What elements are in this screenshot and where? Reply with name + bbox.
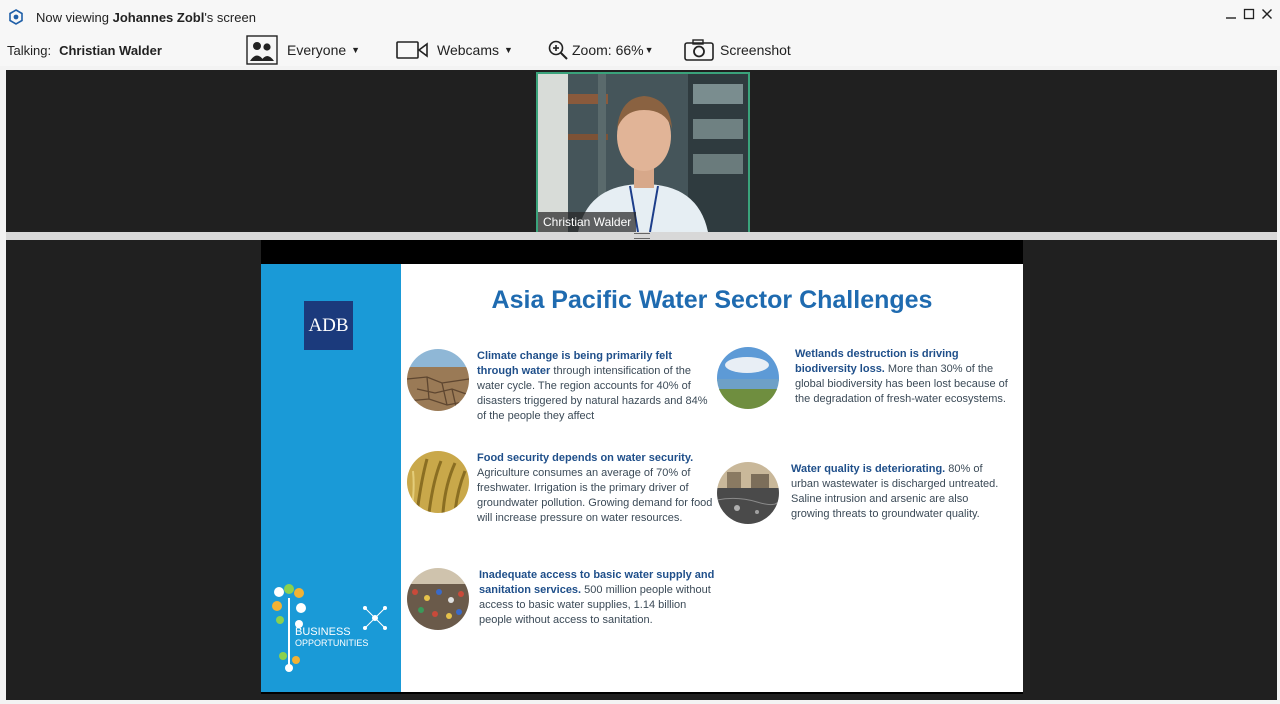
- zoom-dropdown[interactable]: Zoom: 66% ▼: [548, 34, 654, 66]
- wetlands-image: [717, 347, 779, 409]
- adb-logo: ADB: [304, 301, 353, 350]
- wheat-image: [407, 451, 469, 513]
- slide-side-panel: ADB BUSINESS OPPORTUNITIES: [261, 264, 401, 692]
- title-bar: Now viewing Johannes Zobl's screen: [0, 0, 1280, 34]
- screenshot-label: Screenshot: [720, 42, 791, 58]
- app-logo-icon: [9, 9, 23, 25]
- minimize-button[interactable]: [1224, 6, 1238, 22]
- audience-label: Everyone: [287, 42, 347, 58]
- video-camera-icon: [396, 41, 428, 59]
- challenge-access-text: Inadequate access to basic water supply …: [479, 569, 715, 626]
- close-button[interactable]: [1260, 6, 1274, 22]
- challenge-food-text: Food security depends on water security.…: [477, 452, 713, 524]
- challenge-climate-text: Climate change is being primarily felt t…: [477, 350, 708, 422]
- maximize-icon: [1243, 8, 1255, 20]
- challenge-wetlands-text: Wetlands destruction is driving biodiver…: [795, 348, 1008, 405]
- webcam-tile[interactable]: Christian Walder: [536, 72, 750, 234]
- camera-icon: [684, 39, 714, 61]
- chevron-down-icon: ▼: [351, 45, 361, 55]
- minimize-icon: [1226, 17, 1236, 19]
- webcam-name-label: Christian Walder: [538, 212, 637, 232]
- zoom-label: Zoom: 66%: [572, 42, 644, 58]
- screenshot-button[interactable]: Screenshot: [684, 34, 791, 66]
- presenter-name: Johannes Zobl: [112, 9, 205, 25]
- close-icon: [1262, 9, 1272, 19]
- toolbar: Talking: Christian Walder Everyone ▼ Web…: [0, 34, 1280, 66]
- challenge-water-quality-text: Water quality is deteriorating. 80% of u…: [791, 463, 999, 520]
- presentation-slide: ADB BUSINESS OPPORTUNITIES Asia Pacific …: [261, 264, 1023, 692]
- audience-dropdown[interactable]: Everyone ▼: [246, 34, 360, 66]
- polluted-water-image: [717, 462, 779, 524]
- slide-title: Asia Pacific Water Sector Challenges: [491, 286, 933, 314]
- chevron-down-icon: ▼: [644, 45, 654, 55]
- talking-name: Christian Walder: [59, 42, 162, 58]
- panel-splitter[interactable]: [6, 232, 1277, 240]
- window-controls: [1224, 6, 1274, 22]
- talking-label: Talking:: [7, 42, 52, 58]
- chevron-down-icon: ▼: [503, 45, 513, 55]
- webcams-dropdown[interactable]: Webcams ▼: [396, 34, 513, 66]
- zoom-in-icon: [548, 40, 568, 60]
- people-icon: [246, 35, 278, 65]
- maximize-button[interactable]: [1242, 6, 1256, 22]
- cracked-earth-image: [407, 349, 469, 411]
- webcam-video: [538, 74, 748, 232]
- webcams-label: Webcams: [437, 42, 499, 58]
- drag-handle-icon: [633, 233, 650, 239]
- business-opportunities-logo: BUSINESS OPPORTUNITIES: [295, 626, 369, 649]
- window-title: Now viewing Johannes Zobl's screen: [36, 9, 256, 25]
- crowd-image: [407, 568, 469, 630]
